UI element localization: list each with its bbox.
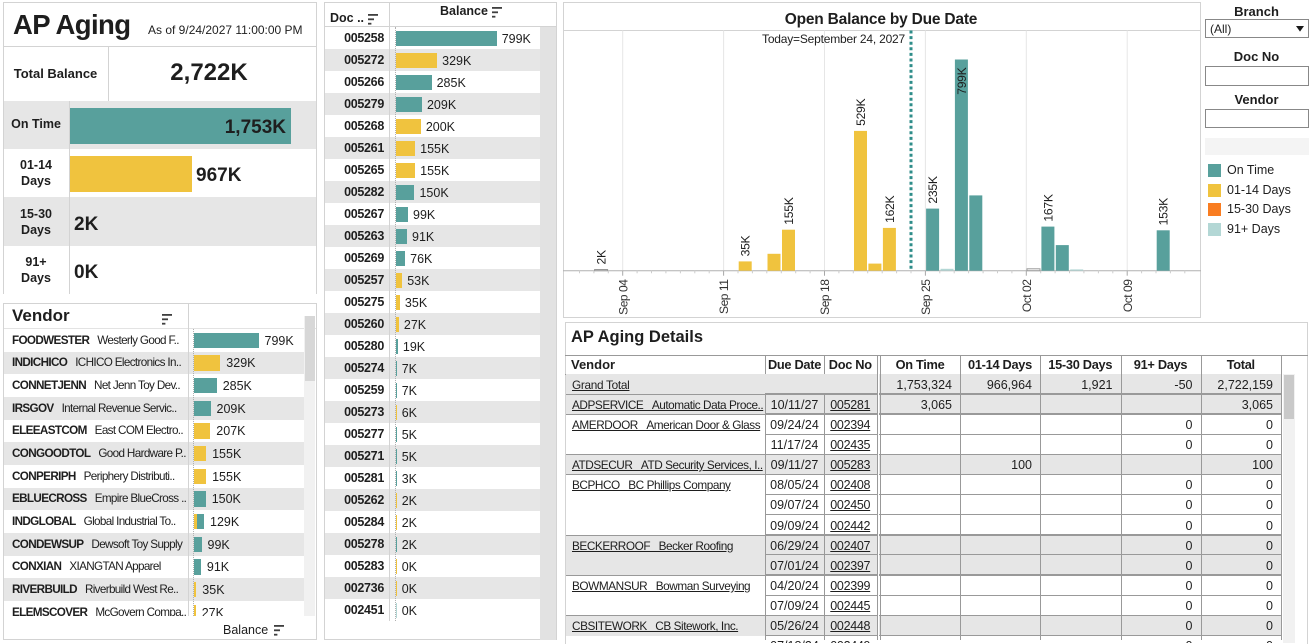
svg-text:Oct 02: Oct 02: [1020, 279, 1034, 312]
svg-text:Open Balance by Due Date: Open Balance by Due Date: [785, 11, 978, 28]
svg-text:235K: 235K: [926, 176, 940, 203]
svg-text:Sep 25: Sep 25: [919, 279, 933, 315]
svg-text:162K: 162K: [883, 195, 897, 222]
svg-text:Sep 11: Sep 11: [717, 279, 731, 314]
svg-text:167K: 167K: [1041, 194, 1055, 221]
svg-text:Sep 18: Sep 18: [818, 279, 832, 315]
svg-text:Oct 09: Oct 09: [1121, 279, 1135, 312]
svg-text:2K: 2K: [595, 250, 609, 264]
svg-text:529K: 529K: [854, 98, 868, 125]
svg-text:153K: 153K: [1157, 198, 1171, 225]
svg-text:155K: 155K: [782, 197, 796, 224]
svg-text:Sep 04: Sep 04: [616, 279, 630, 315]
svg-text:799K: 799K: [955, 67, 969, 94]
svg-text:35K: 35K: [739, 235, 753, 256]
svg-text:Today=September 24, 2027: Today=September 24, 2027: [762, 32, 905, 46]
